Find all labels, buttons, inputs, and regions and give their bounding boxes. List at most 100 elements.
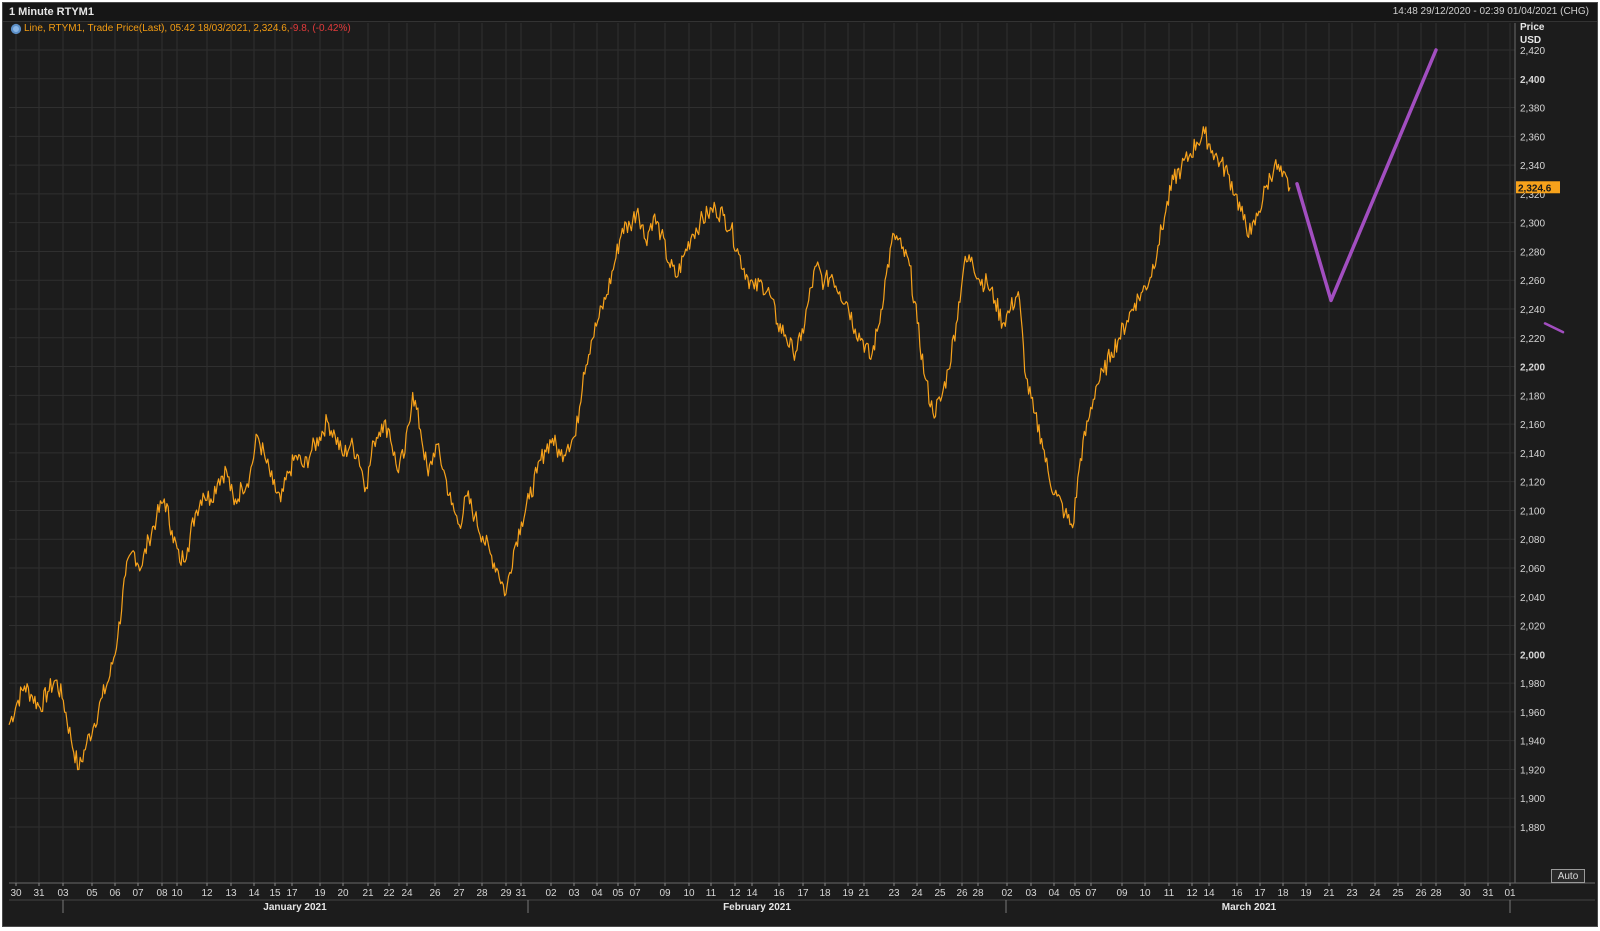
y-tick-label: 2,360: [1520, 132, 1545, 143]
y-tick-label: 2,180: [1520, 391, 1545, 402]
auto-scale-button[interactable]: Auto: [1551, 869, 1585, 883]
x-tick-label: 02: [545, 888, 557, 899]
y-axis-unit-price: Price: [1520, 22, 1545, 33]
y-tick-label: 2,300: [1520, 219, 1545, 230]
x-tick-label: 16: [1231, 888, 1243, 899]
y-tick-label: 2,280: [1520, 247, 1545, 258]
x-tick-label: 15: [269, 888, 281, 899]
screenshot-frame: 1 Minute RTYM1 14:48 29/12/2020 - 02:39 …: [0, 0, 1600, 931]
x-tick-label: 22: [383, 888, 395, 899]
y-tick-label: 2,040: [1520, 593, 1545, 604]
y-tick-label: 2,420: [1520, 46, 1545, 57]
y-tick-label: 2,220: [1520, 334, 1545, 345]
x-tick-label: 10: [171, 888, 183, 899]
x-tick-label: 19: [1300, 888, 1312, 899]
y-tick-label: 2,240: [1520, 305, 1545, 316]
x-tick-label: 17: [1254, 888, 1266, 899]
x-tick-label: 14: [1203, 888, 1215, 899]
x-tick-label: 16: [773, 888, 785, 899]
x-tick-label: 17: [286, 888, 298, 899]
y-tick-label: 2,020: [1520, 622, 1545, 633]
y-tick-label: 2,400: [1520, 75, 1545, 86]
x-tick-label: 23: [888, 888, 900, 899]
x-tick-label: 26: [956, 888, 968, 899]
x-tick-label: 24: [911, 888, 923, 899]
chart-plot[interactable]: 1,880 1,900 1,920 1,940 1,960 1,980 2,000 2,020…: [3, 3, 1597, 926]
x-tick-label: 14: [746, 888, 758, 899]
y-tick-label: 2,380: [1520, 104, 1545, 115]
x-tick-label: 05: [1069, 888, 1081, 899]
x-tick-label: 30: [10, 888, 22, 899]
x-tick-label: 25: [1392, 888, 1404, 899]
x-tick-label: 05: [612, 888, 624, 899]
y-tick-label: 2,080: [1520, 535, 1545, 546]
x-tick-label: 28: [1430, 888, 1442, 899]
x-tick-label: 26: [1415, 888, 1427, 899]
series-legend[interactable]: Line, RTYM1, Trade Price(Last), 05:42 18…: [11, 23, 351, 34]
x-tick-label: 12: [201, 888, 213, 899]
x-tick-label: 19: [842, 888, 854, 899]
series-settings-icon[interactable]: [11, 23, 21, 34]
legend-text: Line, RTYM1, Trade Price(Last), 05:42 18…: [24, 23, 290, 34]
x-tick-label: 08: [156, 888, 168, 899]
x-tick-label: 26: [429, 888, 441, 899]
x-tick-label: 23: [1346, 888, 1358, 899]
x-tick-label: 03: [1025, 888, 1037, 899]
x-tick-label: 09: [1116, 888, 1128, 899]
x-month-label: February 2021: [723, 902, 791, 913]
x-tick-label: 28: [476, 888, 488, 899]
projection-annotation-line: [1295, 48, 1438, 303]
projection-edge-stub: [1543, 322, 1565, 334]
y-tick-label: 2,000: [1520, 650, 1545, 661]
x-tick-label: 12: [729, 888, 741, 899]
x-tick-label: 28: [972, 888, 984, 899]
x-tick-label: 07: [1085, 888, 1097, 899]
y-axis-unit-usd: USD: [1520, 35, 1541, 46]
x-tick-label: 14: [248, 888, 260, 899]
x-tick-label: 20: [337, 888, 349, 899]
y-tick-label: 1,980: [1520, 679, 1545, 690]
x-tick-label: 31: [515, 888, 527, 899]
x-tick-label: 24: [1369, 888, 1381, 899]
x-tick-label: 05: [86, 888, 98, 899]
x-tick-label: 31: [33, 888, 45, 899]
x-tick-label: 30: [1459, 888, 1471, 899]
x-tick-label: 13: [225, 888, 237, 899]
y-tick-label: 1,900: [1520, 794, 1545, 805]
y-tick-label: 1,960: [1520, 708, 1545, 719]
x-tick-label: 06: [109, 888, 121, 899]
legend-change: -9.8, (-0.42%): [289, 23, 351, 34]
y-tick-label: 1,940: [1520, 737, 1545, 748]
x-tick-label: 04: [591, 888, 603, 899]
x-tick-label: 29: [500, 888, 512, 899]
x-tick-label: 21: [1323, 888, 1335, 899]
x-tick-label: 02: [1001, 888, 1013, 899]
y-tick-label: 2,060: [1520, 564, 1545, 575]
x-tick-label: 07: [132, 888, 144, 899]
x-tick-label: 10: [683, 888, 695, 899]
y-tick-label: 2,160: [1520, 420, 1545, 431]
x-tick-label: 17: [797, 888, 809, 899]
x-tick-label: 12: [1186, 888, 1198, 899]
x-tick-label: 11: [1164, 888, 1175, 899]
x-tick-label: 03: [568, 888, 580, 899]
y-tick-label: 2,100: [1520, 506, 1545, 517]
chart-window: 1 Minute RTYM1 14:48 29/12/2020 - 02:39 …: [2, 2, 1598, 927]
x-tick-label: 18: [1277, 888, 1289, 899]
y-tick-label: 2,260: [1520, 276, 1545, 287]
x-tick-label: 24: [401, 888, 413, 899]
x-tick-label: 31: [1482, 888, 1494, 899]
x-month-label: March 2021: [1222, 902, 1277, 913]
y-tick-label: 2,140: [1520, 449, 1545, 460]
x-tick-label: 07: [629, 888, 641, 899]
x-tick-label: 03: [57, 888, 69, 899]
x-tick-label: 19: [314, 888, 326, 899]
x-tick-label: 01: [1504, 888, 1516, 899]
x-tick-label: 25: [934, 888, 946, 899]
last-price-label: 2,324.6: [1518, 183, 1552, 194]
x-tick-label: 10: [1139, 888, 1151, 899]
x-tick-label: 21: [362, 888, 374, 899]
x-month-label: January 2021: [263, 902, 327, 913]
x-tick-label: 04: [1048, 888, 1060, 899]
y-tick-label: 2,120: [1520, 478, 1545, 489]
